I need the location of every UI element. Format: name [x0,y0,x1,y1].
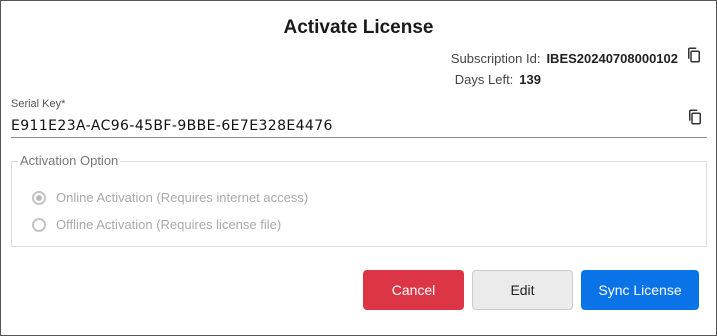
cancel-button[interactable]: Cancel [363,270,464,310]
online-activation-option[interactable]: Online Activation (Requires internet acc… [32,190,308,205]
offline-activation-option[interactable]: Offline Activation (Requires license fil… [32,217,281,232]
offline-activation-radio[interactable] [32,217,46,232]
serial-key-field[interactable] [11,115,707,138]
online-activation-label: Online Activation (Requires internet acc… [56,190,309,205]
sync-license-button[interactable]: Sync License [581,270,699,310]
serial-key-label: Serial Key* [11,98,66,110]
days-left-row: Days Left: 139 [455,72,541,87]
activation-option-group: Activation Option Online Activation (Req… [11,153,707,247]
days-left-value: 139 [519,72,541,87]
days-left-label: Days Left: [454,72,514,87]
copy-subscription-id-icon[interactable] [685,46,703,64]
copy-serial-key-icon[interactable] [686,108,704,126]
activate-license-dialog: Activate License Subscription Id: IBES202… [0,0,717,336]
subscription-id-label: Subscription Id: [450,51,541,66]
offline-activation-label: Offline Activation (Requires license fil… [56,217,282,232]
activation-option-legend: Activation Option [18,153,121,168]
subscription-id-value: IBES20240708000102 [546,51,678,66]
subscription-id-row: Subscription Id: IBES20240708000102 [451,51,678,66]
online-activation-radio[interactable] [32,190,46,205]
edit-button[interactable]: Edit [472,270,573,310]
dialog-title: Activate License [283,17,434,38]
